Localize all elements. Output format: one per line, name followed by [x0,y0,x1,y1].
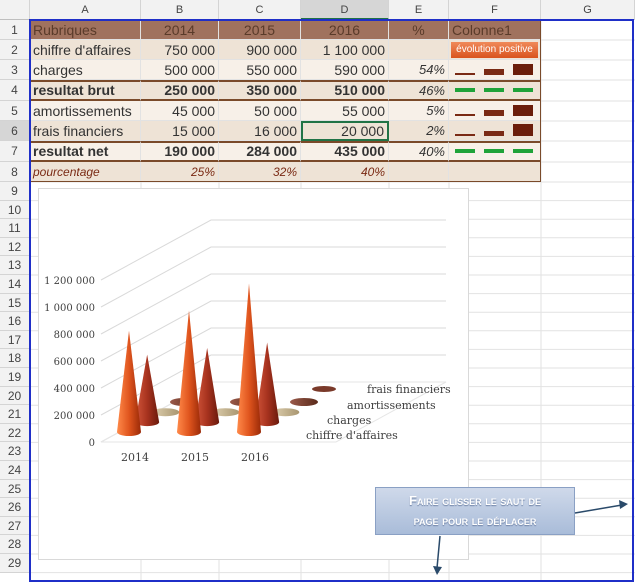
row-header-24[interactable]: 24 [0,461,30,480]
row-header-4[interactable]: 4 [0,80,30,101]
row-header-17[interactable]: 17 [0,330,30,350]
column-header-f[interactable]: F [449,0,541,20]
row-header-9[interactable]: 9 [0,182,30,201]
row-header-19[interactable]: 19 [0,368,30,387]
corner-select-all[interactable] [0,0,30,20]
row-header-10[interactable]: 10 [0,200,30,220]
row-header-7[interactable]: 7 [0,141,30,162]
row-header-25[interactable]: 25 [0,479,30,499]
column-header-c[interactable]: C [219,0,301,20]
row-header-13[interactable]: 13 [0,256,30,275]
row-header-22[interactable]: 22 [0,423,30,443]
row-header-21[interactable]: 21 [0,405,30,424]
row-header-2[interactable]: 2 [0,40,30,60]
column-header-b[interactable]: B [141,0,219,20]
row-header-23[interactable]: 23 [0,442,30,461]
row-header-8[interactable]: 8 [0,162,30,182]
row-header-15[interactable]: 15 [0,293,30,313]
row-header-3[interactable]: 3 [0,60,30,80]
row-header-5[interactable]: 5 [0,101,30,121]
row-header-14[interactable]: 14 [0,275,30,294]
column-header-e[interactable]: E [389,0,449,20]
row-header-20[interactable]: 20 [0,386,30,406]
row-header-27[interactable]: 27 [0,516,30,536]
row-header-11[interactable]: 11 [0,219,30,238]
row-header-16[interactable]: 16 [0,312,30,331]
column-header-g[interactable]: G [541,0,635,20]
row-header-1[interactable]: 1 [0,20,30,40]
row-header-29[interactable]: 29 [0,554,30,573]
column-header-a[interactable]: A [30,0,141,20]
row-header-26[interactable]: 26 [0,498,30,517]
row-header-6[interactable]: 6 [0,121,30,141]
row-header-12[interactable]: 12 [0,237,30,257]
page-break-border[interactable] [29,19,634,582]
column-header-d[interactable]: D [301,0,389,20]
row-header-18[interactable]: 18 [0,349,30,368]
row-header-28[interactable]: 28 [0,535,30,554]
